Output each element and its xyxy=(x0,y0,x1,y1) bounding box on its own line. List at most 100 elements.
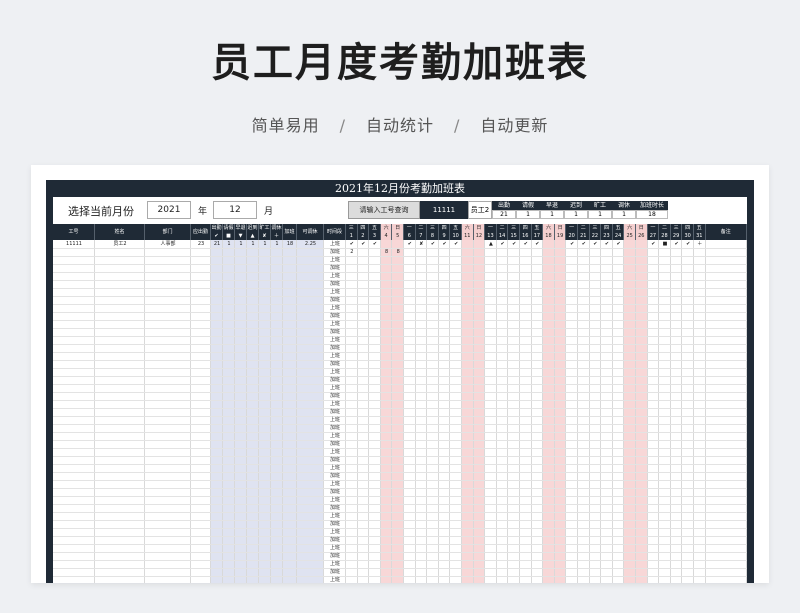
header-stat-icon: ✘ xyxy=(259,232,271,240)
column-stat xyxy=(271,240,283,583)
cell-attendance[interactable]: ✔ xyxy=(358,240,370,248)
header-weekday: 六 xyxy=(543,224,555,232)
cell-attendance[interactable]: ✔ xyxy=(404,240,416,248)
column-day xyxy=(439,240,451,583)
header-weekday: 三 xyxy=(670,224,683,232)
header-day-number: 12 xyxy=(473,232,486,240)
period-label: 加班 xyxy=(329,521,340,527)
cell-attendance[interactable]: ✔ xyxy=(497,240,509,248)
cell-attendance[interactable]: ✔ xyxy=(671,240,683,248)
header-weekday: 四 xyxy=(601,224,613,232)
period-label: 上班 xyxy=(329,321,340,327)
cell-attendance[interactable]: ■ xyxy=(659,240,671,248)
column-day xyxy=(566,240,578,583)
header-stat-icon: ▲ xyxy=(247,232,259,240)
cell-attendance[interactable]: ✔ xyxy=(520,240,532,248)
cell-attendance[interactable]: ✔ xyxy=(648,240,660,248)
period-label: 加班 xyxy=(329,361,340,367)
period-label: 加班 xyxy=(329,409,340,415)
row-divider xyxy=(53,536,747,537)
header-weekday: 日 xyxy=(636,224,648,232)
header-day-number: 20 xyxy=(566,232,578,240)
month-input[interactable]: 12 xyxy=(213,201,257,219)
header-day-number: 13 xyxy=(485,232,497,240)
row-divider xyxy=(53,456,747,457)
period-label: 上班 xyxy=(329,449,340,455)
cell-stat: 1 xyxy=(251,241,255,247)
row-divider xyxy=(53,552,747,553)
summary-value: 1 xyxy=(540,210,564,219)
sheet-title: 2021年12月份考勤加班表 xyxy=(46,180,754,197)
column-day xyxy=(624,240,636,583)
period-label: 上班 xyxy=(329,241,340,247)
period-label: 加班 xyxy=(329,537,340,543)
period-label: 上班 xyxy=(329,257,340,263)
header-day-number: 7 xyxy=(415,232,428,240)
query-id-input[interactable]: 11111 xyxy=(420,201,468,219)
header-due-days: 应出勤天数 xyxy=(191,224,211,251)
cell-attendance[interactable]: ＋ xyxy=(694,240,706,248)
column-day xyxy=(404,240,416,583)
period-label: 加班 xyxy=(329,505,340,511)
cell-attendance[interactable]: ✔ xyxy=(590,240,602,248)
header-weekday: 五 xyxy=(612,224,625,232)
subtitle-auto-stat: 自动统计 xyxy=(365,116,434,135)
query-button[interactable]: 请输入工号查询 xyxy=(348,201,420,219)
column-stat xyxy=(235,240,247,583)
header-day-number: 3 xyxy=(369,232,381,240)
cell-attendance[interactable]: ✔ xyxy=(508,240,520,248)
cell-stat: 1 xyxy=(227,241,231,247)
period-label: 上班 xyxy=(329,545,340,551)
period-label: 上班 xyxy=(329,353,340,359)
period-label: 上班 xyxy=(329,337,340,343)
cell-overtime-hours[interactable]: 8 xyxy=(392,248,404,256)
row-divider xyxy=(53,288,747,289)
year-input[interactable]: 2021 xyxy=(147,201,191,219)
column-day xyxy=(497,240,509,583)
header-weekday: 一 xyxy=(647,224,660,232)
cell-attendance[interactable]: ✔ xyxy=(369,240,381,248)
year-unit: 年 xyxy=(198,207,208,217)
cell-attendance[interactable]: ✔ xyxy=(566,240,578,248)
period-label: 上班 xyxy=(329,433,340,439)
cell-attendance[interactable]: ✔ xyxy=(346,240,358,248)
column-day xyxy=(636,240,648,583)
cell-attendance[interactable]: ✔ xyxy=(450,240,462,248)
cell-attendance[interactable]: ✔ xyxy=(427,240,439,248)
column-day xyxy=(392,240,404,583)
cell-attendance[interactable]: ✘ xyxy=(416,240,428,248)
period-label: 上班 xyxy=(329,513,340,519)
header-weekday: 四 xyxy=(438,224,451,232)
period-label: 上班 xyxy=(329,577,340,583)
cell-attendance[interactable]: ✔ xyxy=(532,240,544,248)
row-divider xyxy=(53,520,747,521)
header-stat-label: 调休 xyxy=(271,224,283,232)
column-remark xyxy=(706,240,747,583)
cell-attendance[interactable]: ✔ xyxy=(439,240,451,248)
cell-overtime-hours[interactable]: 2 xyxy=(346,248,358,256)
header-weekday: 一 xyxy=(485,224,497,232)
period-label: 加班 xyxy=(329,489,340,495)
subtitle-easy: 简单易用 xyxy=(251,116,320,135)
header-weekday: 六 xyxy=(462,224,474,232)
cell-attendance[interactable]: ✔ xyxy=(613,240,625,248)
cell-attendance[interactable]: ✔ xyxy=(601,240,613,248)
cell-attendance[interactable]: ▲ xyxy=(485,240,497,248)
column-day xyxy=(450,240,462,583)
summary-label: 加班时长 xyxy=(636,201,668,210)
period-label: 上班 xyxy=(329,561,340,567)
row-divider xyxy=(53,384,747,385)
header-weekday: 二 xyxy=(578,224,590,232)
cell-attendance[interactable]: ✔ xyxy=(682,240,694,248)
query-name-value: 员工2 xyxy=(468,201,492,219)
header-weekday: 三 xyxy=(589,224,602,232)
cell-attendance[interactable]: ✔ xyxy=(578,240,590,248)
header-weekday: 日 xyxy=(473,224,486,232)
cell-overtime-hours[interactable]: 8 xyxy=(381,248,393,256)
row-divider xyxy=(53,256,747,257)
header-stat-label: 迟到 xyxy=(247,224,259,232)
header-stat-label: 早退 xyxy=(235,224,247,232)
header-day-number: 31 xyxy=(694,232,706,240)
period-label: 上班 xyxy=(329,385,340,391)
subtitle-separator: / xyxy=(454,116,461,135)
